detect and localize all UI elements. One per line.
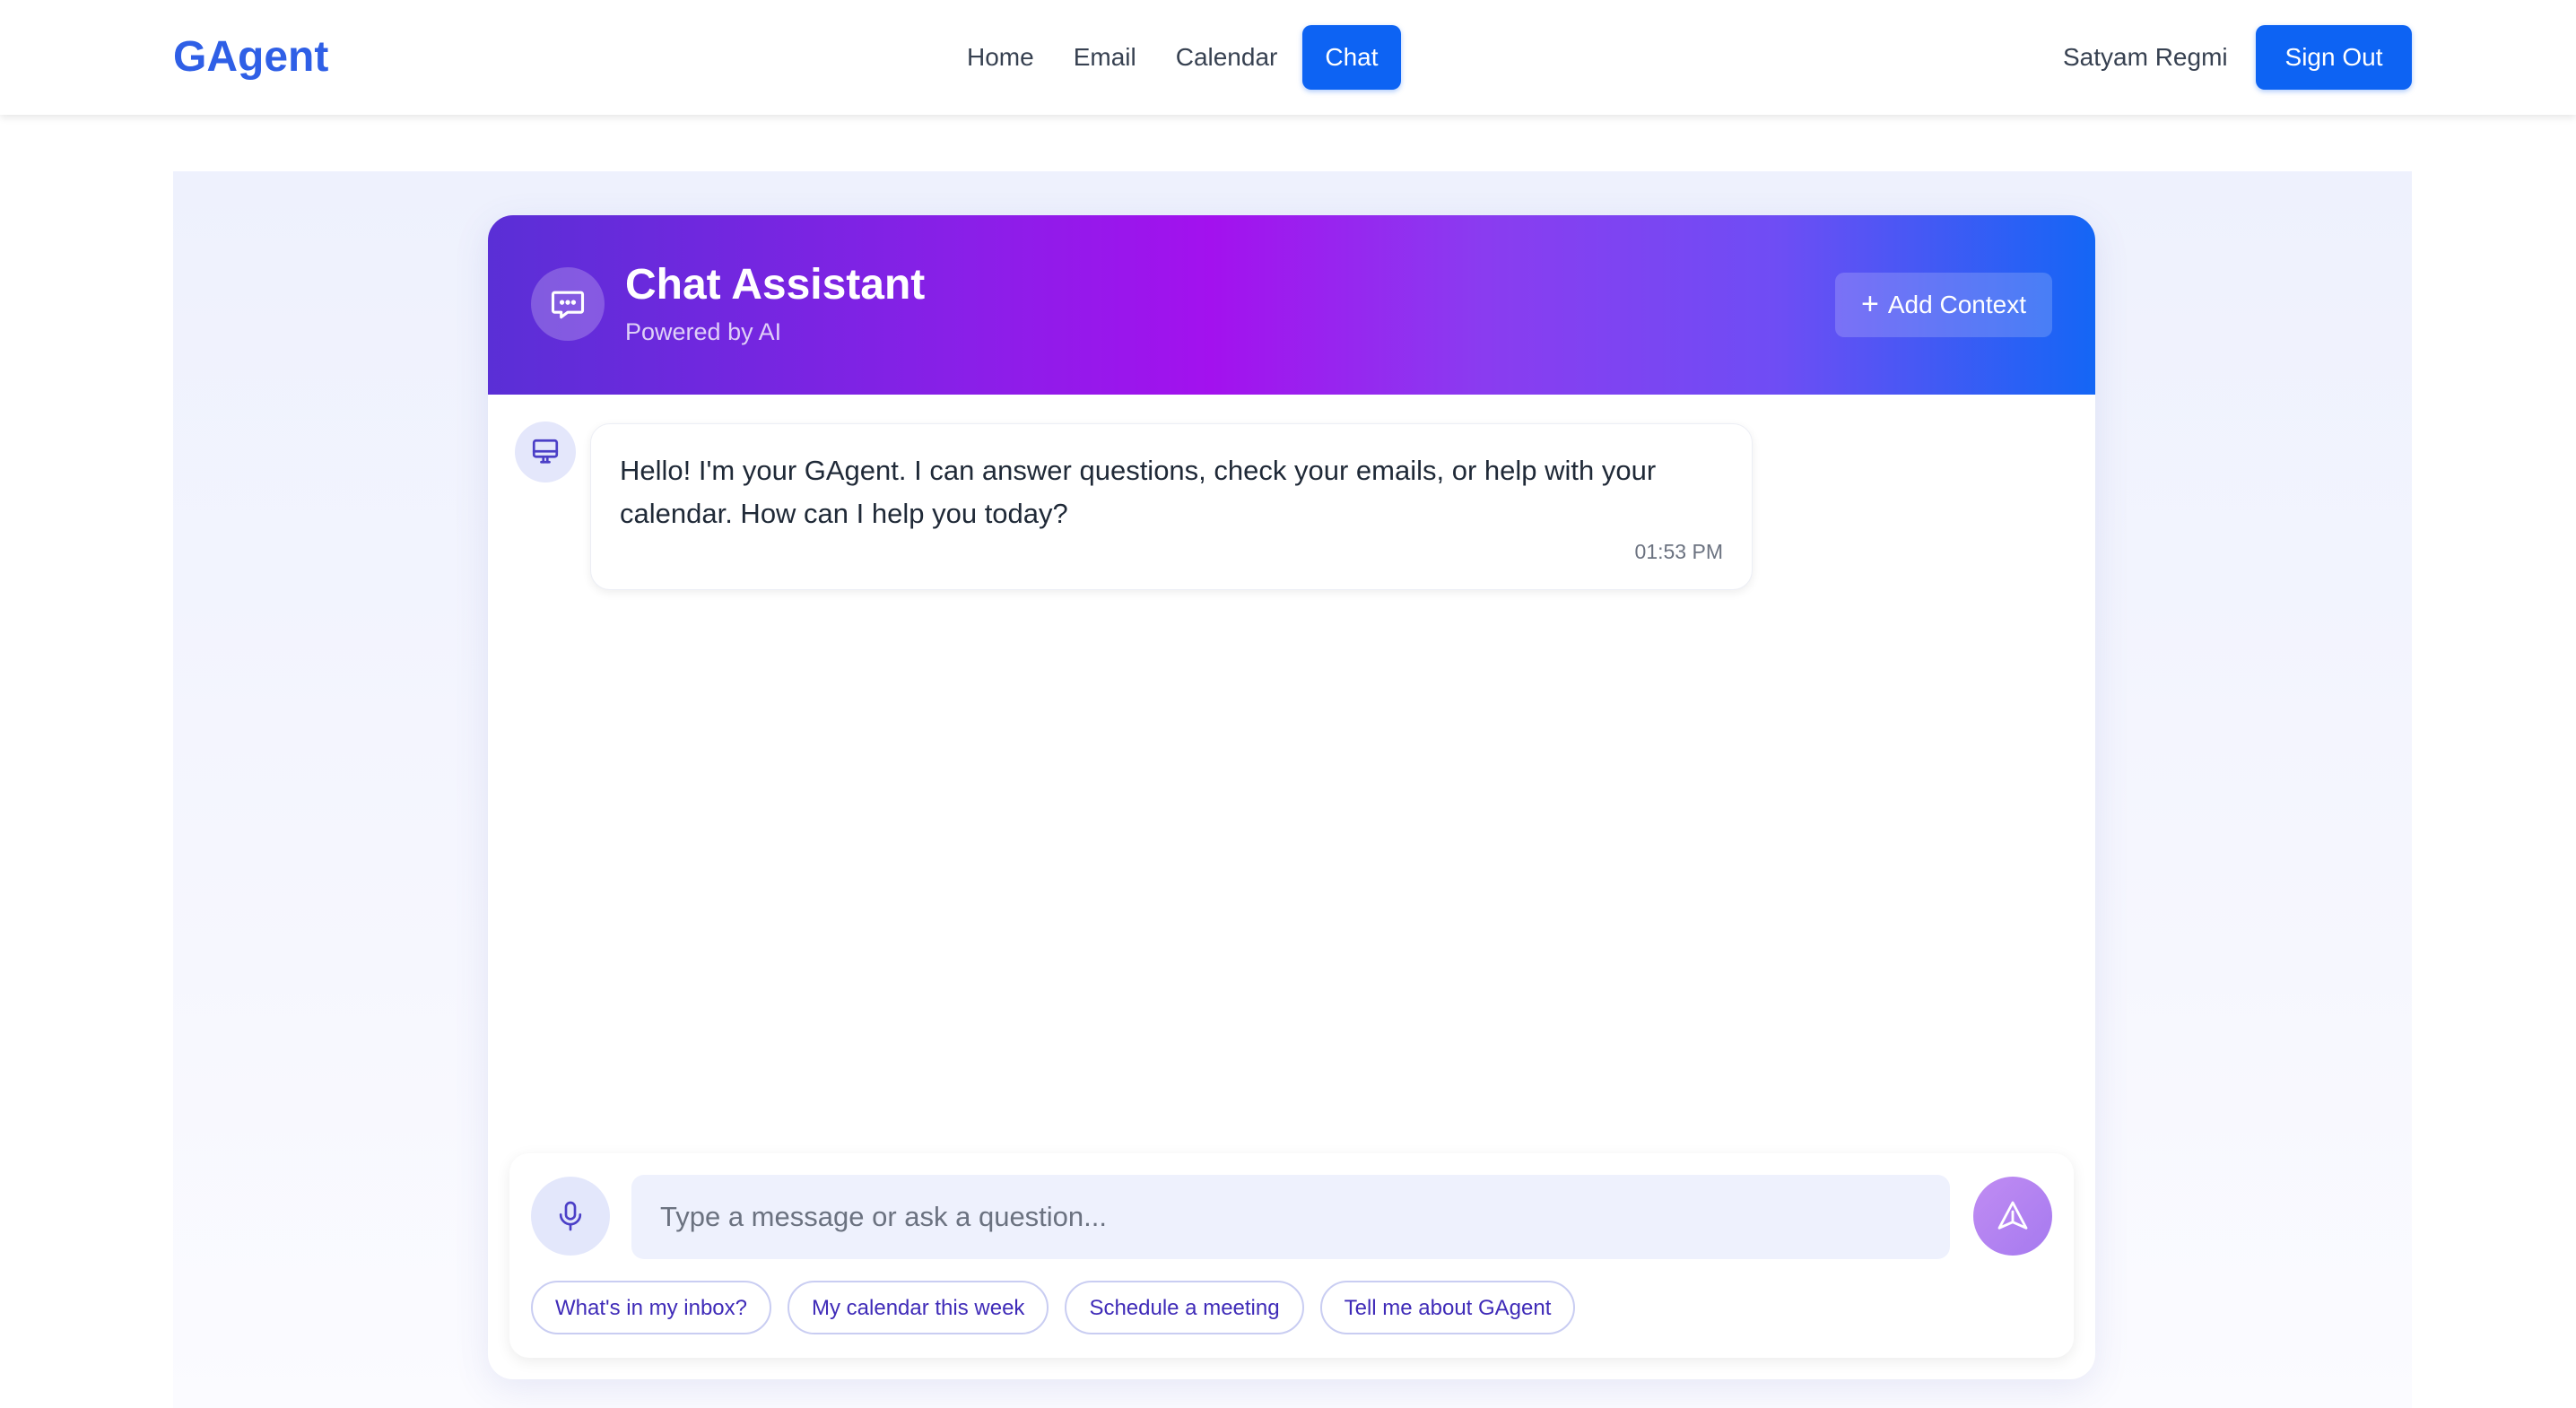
- message-time: 01:53 PM: [1634, 540, 1723, 563]
- suggestion-chip-calendar[interactable]: My calendar this week: [788, 1281, 1049, 1334]
- chat-subtitle: Powered by AI: [625, 318, 782, 345]
- nav-link-calendar[interactable]: Calendar: [1156, 25, 1298, 90]
- suggestion-chips: What's in my inbox? My calendar this wee…: [531, 1281, 1576, 1334]
- nav-link-chat[interactable]: Chat: [1302, 25, 1401, 90]
- bot-message: Hello! I'm your GAgent. I can answer que…: [590, 423, 1753, 590]
- suggestion-chip-schedule[interactable]: Schedule a meeting: [1065, 1281, 1304, 1334]
- message-input[interactable]: [631, 1175, 1950, 1259]
- chat-header: Chat Assistant Powered by AI + Add Conte…: [488, 215, 2095, 395]
- message-text: Hello! I'm your GAgent. I can answer que…: [620, 455, 1657, 529]
- send-button[interactable]: [1973, 1177, 2052, 1256]
- plus-icon: +: [1861, 287, 1879, 321]
- chat-bubble-icon: [531, 267, 605, 341]
- suggestion-chip-inbox[interactable]: What's in my inbox?: [531, 1281, 771, 1334]
- suggestion-chip-about[interactable]: Tell me about GAgent: [1319, 1281, 1576, 1334]
- send-icon: [1997, 1201, 2028, 1230]
- nav-link-email[interactable]: Email: [1054, 25, 1156, 90]
- nav-link-home[interactable]: Home: [947, 25, 1054, 90]
- input-panel: What's in my inbox? My calendar this wee…: [509, 1153, 2074, 1358]
- user-name: Satyam Regmi: [2063, 43, 2228, 71]
- brand-logo[interactable]: GAgent: [173, 30, 328, 84]
- microphone-button[interactable]: [531, 1177, 610, 1256]
- main-nav: Home Email Calendar Chat: [947, 25, 1401, 90]
- top-navbar: GAgent Home Email Calendar Chat Satyam R…: [0, 0, 2576, 115]
- chat-card: Chat Assistant Powered by AI + Add Conte…: [488, 215, 2095, 1379]
- add-context-button[interactable]: + Add Context: [1835, 273, 2052, 337]
- add-context-label: Add Context: [1887, 291, 2026, 318]
- monitor-icon: [515, 422, 576, 482]
- chat-title: Chat Assistant: [625, 261, 926, 309]
- sign-out-button[interactable]: Sign Out: [2256, 25, 2412, 90]
- microphone-icon: [559, 1201, 582, 1231]
